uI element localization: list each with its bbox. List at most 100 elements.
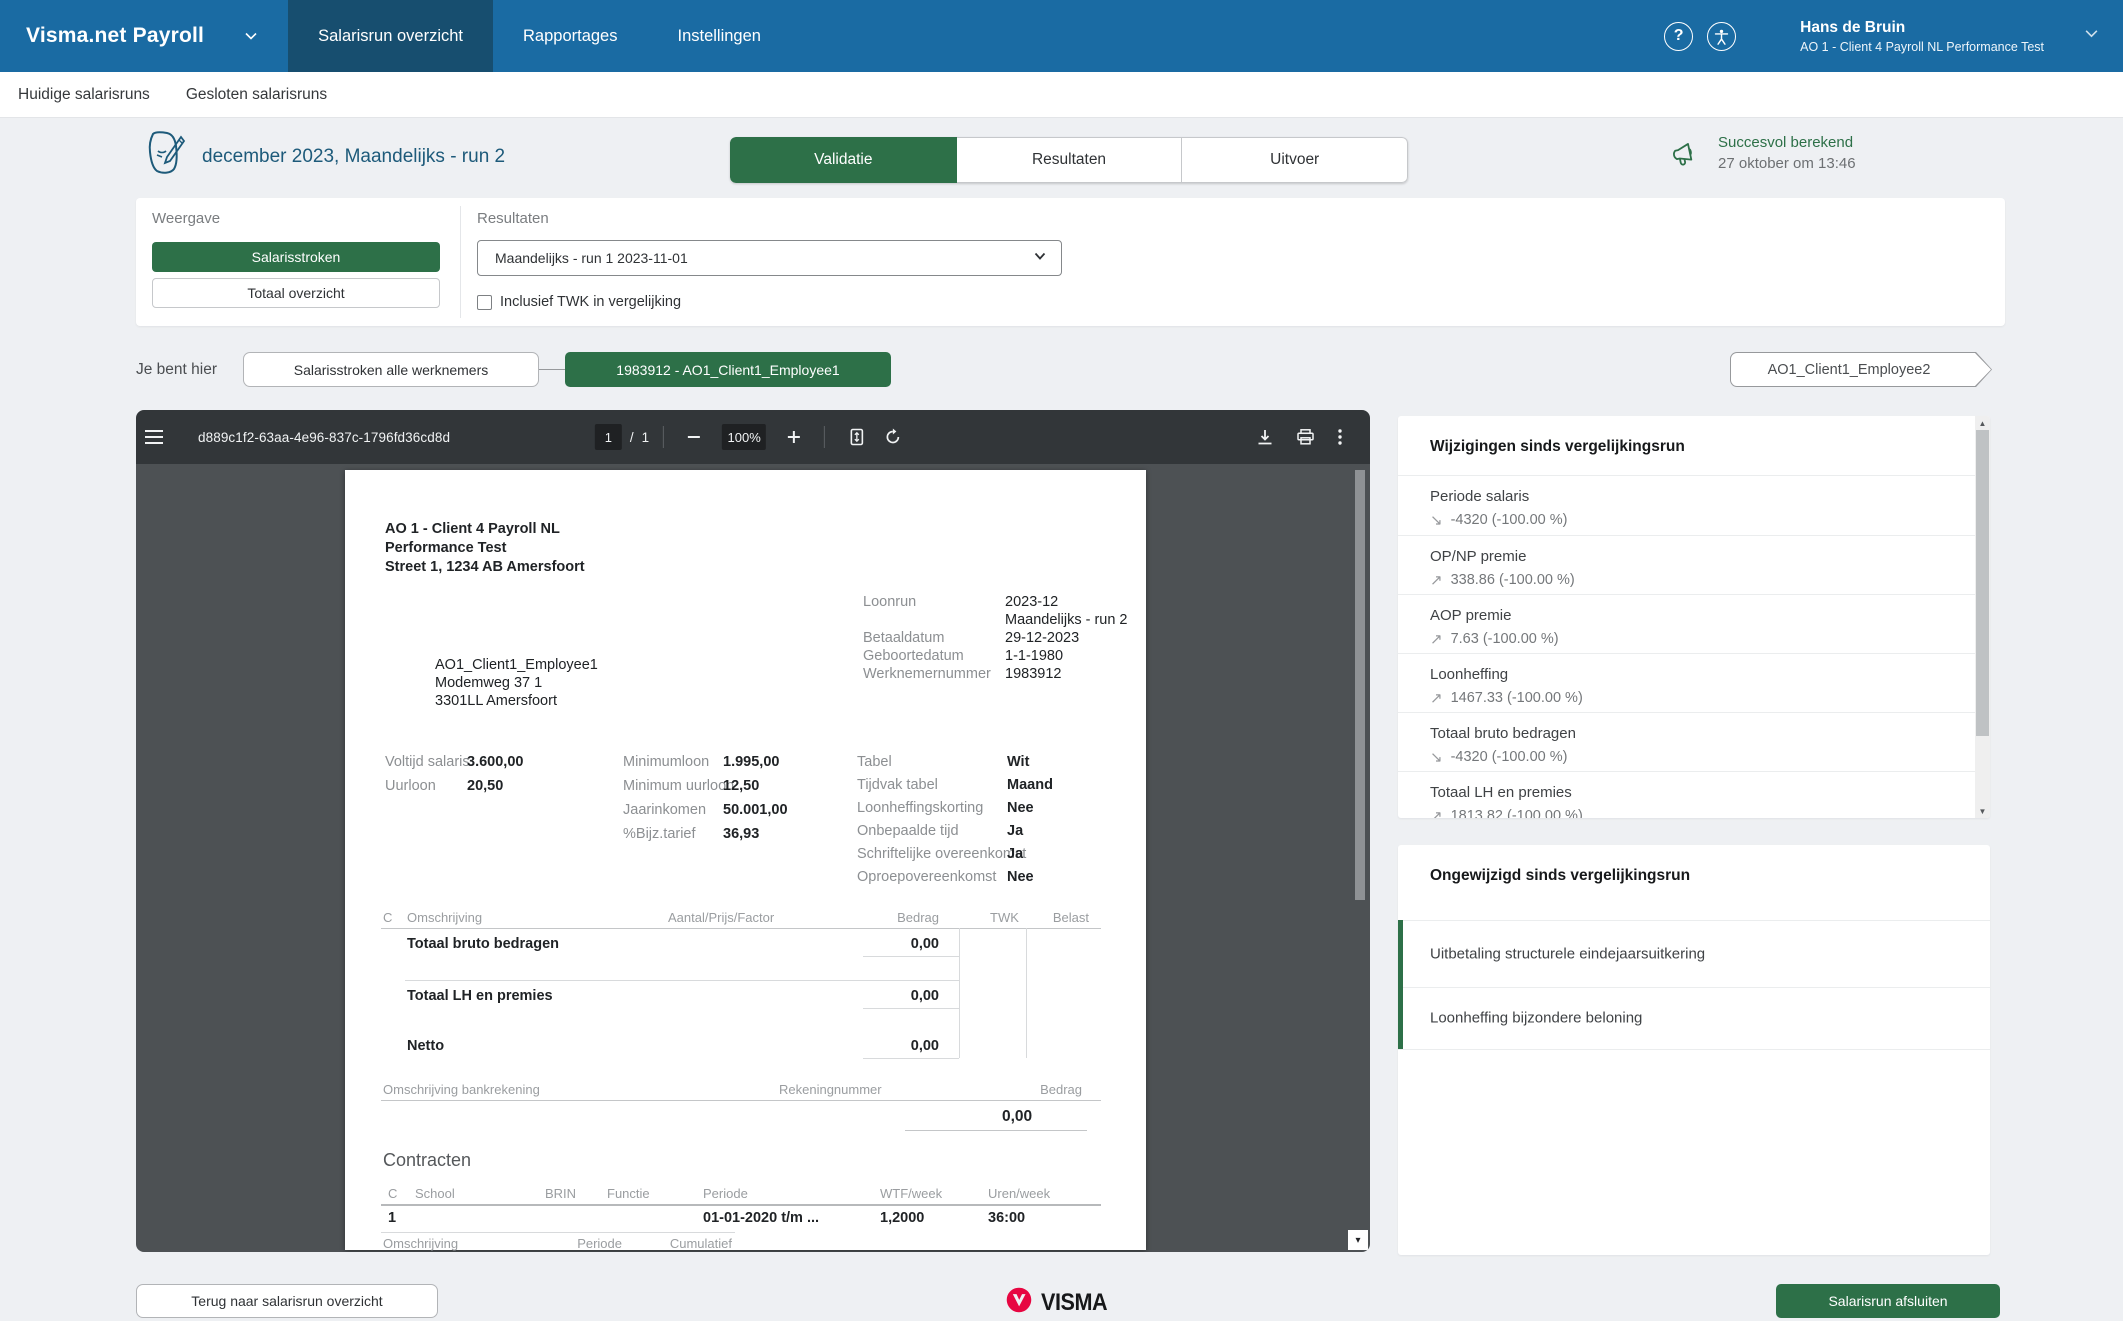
totals-row-label: Totaal bruto bedragen	[407, 936, 559, 952]
toolbar-divider	[824, 426, 825, 448]
twk-checkbox[interactable]	[477, 295, 492, 310]
subnav-gesloten-salarisruns[interactable]: Gesloten salarisruns	[186, 86, 327, 104]
contract-cell: 1,2000	[880, 1210, 924, 1226]
twk-checkbox-label: Inclusief TWK in vergelijking	[500, 294, 681, 310]
tab-instellingen[interactable]: Instellingen	[647, 0, 790, 72]
change-item[interactable]: OP/NP premie 338.86 (-100.00 %)	[1398, 535, 1975, 594]
view-section-label: Weergave	[152, 210, 220, 227]
status-message: Succesvol berekend	[1718, 134, 1856, 151]
change-value-row: -4320 (-100.00 %)	[1430, 511, 1567, 529]
tab-resultaten[interactable]: Resultaten	[957, 137, 1183, 183]
run-step-tabs: Validatie Resultaten Uitvoer	[730, 137, 1408, 183]
run-info-value: 2023-12	[1005, 594, 1058, 610]
top-navbar: Visma.net Payroll Salarisrun overzicht R…	[0, 0, 2123, 72]
back-to-overview-button[interactable]: Terug naar salarisrun overzicht	[136, 1284, 438, 1318]
change-item[interactable]: Totaal bruto bedragen -4320 (-100.00 %)	[1398, 712, 1975, 771]
subnav-huidige-salarisruns[interactable]: Huidige salarisruns	[18, 86, 150, 104]
scroll-up-icon[interactable]: ▲	[1975, 416, 1990, 430]
run-info-label: Loonrun	[863, 594, 916, 610]
run-info-value: 29-12-2023	[1005, 630, 1079, 646]
next-employee-label: AO1_Client1_Employee2	[1730, 352, 1968, 387]
fact-label: Schriftelijke overeenkomst	[857, 846, 1026, 862]
download-icon[interactable]	[1257, 429, 1273, 445]
contract-cell: 1	[388, 1210, 396, 1226]
change-item[interactable]: AOP premie 7.63 (-100.00 %)	[1398, 594, 1975, 653]
contract-cell: 36:00	[988, 1210, 1025, 1226]
change-item[interactable]: Periode salaris -4320 (-100.00 %)	[1398, 475, 1975, 534]
page-title: december 2023, Maandelijks - run 2	[202, 146, 505, 168]
tab-uitvoer[interactable]: Uitvoer	[1182, 137, 1408, 183]
view-totaal-overzicht-button[interactable]: Totaal overzicht	[152, 278, 440, 308]
comparison-run-select[interactable]: Maandelijks - run 1 2023-11-01	[477, 240, 1062, 276]
next-employee-button[interactable]: AO1_Client1_Employee2	[1730, 352, 1992, 387]
change-value-row: 338.86 (-100.00 %)	[1430, 571, 1575, 589]
unchanged-item-label: Uitbetaling structurele eindejaarsuitker…	[1430, 945, 1705, 962]
print-icon[interactable]	[1297, 429, 1314, 445]
breadcrumb-all-employees-button[interactable]: Salarisstroken alle werknemers	[243, 352, 539, 387]
totals-row-label: Netto	[407, 1038, 444, 1054]
change-value: -4320 (-100.00 %)	[1451, 512, 1568, 528]
menu-icon[interactable]	[145, 430, 163, 444]
fact-value: 20,50	[467, 778, 503, 794]
close-salary-run-button[interactable]: Salarisrun afsluiten	[1776, 1284, 2000, 1318]
pdf-scrollbar-thumb[interactable]	[1355, 470, 1365, 900]
tab-validatie[interactable]: Validatie	[730, 137, 957, 183]
change-name: AOP premie	[1430, 607, 1511, 624]
document-edit-icon	[143, 128, 191, 180]
megaphone-icon	[1668, 138, 1700, 170]
fact-label: Jaarinkomen	[623, 802, 706, 818]
more-options-icon[interactable]	[1338, 429, 1342, 445]
chevron-down-icon[interactable]	[2084, 26, 2099, 46]
fact-label: Tabel	[857, 754, 892, 770]
table-header: Omschrijving bankrekening	[383, 1082, 540, 1097]
pdf-scroll-down-button[interactable]: ▾	[1348, 1230, 1368, 1250]
change-value: 1467.33 (-100.00 %)	[1451, 690, 1583, 706]
scroll-down-icon[interactable]: ▼	[1975, 804, 1990, 818]
page-number-input[interactable]: 1	[595, 424, 622, 450]
change-value-row: 7.63 (-100.00 %)	[1430, 630, 1559, 648]
section-divider	[460, 206, 461, 318]
rotate-icon[interactable]	[884, 428, 902, 446]
accessibility-icon[interactable]	[1707, 22, 1736, 51]
trend-up-icon	[1430, 689, 1443, 707]
page-separator: /	[630, 430, 634, 445]
fit-page-icon[interactable]	[848, 428, 866, 446]
navbar-tabs: Salarisrun overzicht Rapportages Instell…	[288, 0, 791, 72]
chevron-down-icon[interactable]	[244, 29, 258, 43]
tab-salarisrun-overzicht[interactable]: Salarisrun overzicht	[288, 0, 493, 72]
run-status: Succesvol berekend 27 oktober om 13:46	[1668, 134, 1856, 172]
changes-scrollbar-thumb[interactable]	[1976, 430, 1989, 736]
table-header: TWK	[990, 910, 1019, 925]
change-value-row: 1467.33 (-100.00 %)	[1430, 689, 1583, 707]
help-icon[interactable]: ?	[1664, 22, 1693, 51]
change-name: OP/NP premie	[1430, 548, 1526, 565]
navbar-right: ? Hans de Bruin AO 1 - Client 4 Payroll …	[1650, 19, 2105, 54]
tab-rapportages[interactable]: Rapportages	[493, 0, 647, 72]
run-info-value: 1-1-1980	[1005, 648, 1063, 664]
totals-row-label: Totaal LH en premies	[407, 988, 553, 1004]
view-salarisstroken-button[interactable]: Salarisstroken	[152, 242, 440, 272]
fact-value: 12,50	[723, 778, 759, 794]
table-header: WTF/week	[880, 1186, 942, 1201]
unchanged-item[interactable]: Uitbetaling structurele eindejaarsuitker…	[1398, 920, 1990, 987]
user-menu[interactable]: Hans de Bruin AO 1 - Client 4 Payroll NL…	[1800, 19, 2044, 54]
run-info-value: Maandelijks - run 2	[1005, 612, 1128, 628]
zoom-level-input[interactable]: 100%	[722, 424, 766, 450]
zoom-in-icon[interactable]	[787, 430, 801, 444]
trend-up-icon	[1430, 571, 1443, 589]
help-glyph: ?	[1674, 27, 1684, 45]
breadcrumb-current-employee-button[interactable]: 1983912 - AO1_Client1_Employee1	[565, 352, 891, 387]
table-header: C	[383, 910, 392, 925]
table-header: Rekeningnummer	[779, 1082, 882, 1097]
unchanged-item[interactable]: Loonheffing bijzondere beloning	[1398, 987, 1990, 1049]
fact-value: 50.001,00	[723, 802, 788, 818]
zoom-out-icon[interactable]	[687, 430, 701, 444]
change-item[interactable]: Loonheffing 1467.33 (-100.00 %)	[1398, 653, 1975, 712]
fact-label: Loonheffingskorting	[857, 800, 983, 816]
user-name: Hans de Bruin	[1800, 19, 2044, 37]
visma-logo-icon	[1005, 1286, 1033, 1319]
table-header: Cumulatief	[642, 1236, 732, 1251]
change-item[interactable]: Totaal LH en premies 1813.82 (-100.00 %)	[1398, 771, 1975, 818]
comparison-run-value: Maandelijks - run 1 2023-11-01	[495, 250, 688, 266]
changes-scrollbar: ▲ ▼	[1975, 416, 1990, 818]
